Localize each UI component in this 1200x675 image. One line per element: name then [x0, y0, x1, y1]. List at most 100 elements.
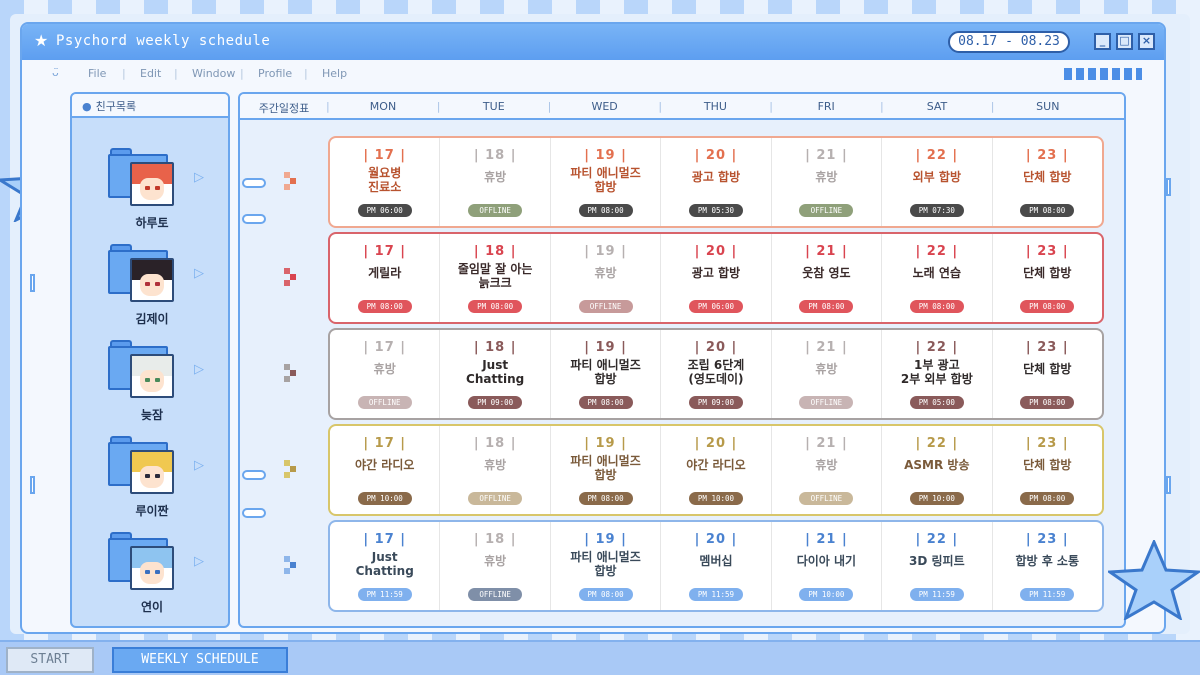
menu-file[interactable]: File	[88, 67, 106, 80]
schedule-cell[interactable]: | 20 | 조립 6단계 (영도데이) PM 09:00	[660, 330, 770, 418]
offline-badge: OFFLINE	[468, 588, 523, 601]
schedule-cell[interactable]: | 18 | Just Chatting PM 09:00	[439, 330, 549, 418]
minimize-button[interactable]: _	[1094, 33, 1111, 50]
friend-item[interactable]: ▷ 연이	[72, 532, 228, 622]
friend-item[interactable]: ▷ 하루토	[72, 148, 228, 238]
time-badge: PM 08:00	[578, 204, 633, 217]
time-badge: PM 11:59	[688, 588, 743, 601]
schedule-cell[interactable]: | 21 | 휴방 OFFLINE	[770, 330, 881, 418]
time-badge: PM 09:00	[688, 396, 743, 409]
schedule-cell[interactable]: | 22 | 1부 광고 2부 외부 합방 PM 05:00	[881, 330, 991, 418]
binder-ring	[242, 178, 266, 188]
schedule-cell[interactable]: | 18 | 휴방 OFFLINE	[439, 138, 549, 226]
cell-activity: 다이아 내기	[796, 554, 857, 568]
cell-activity: 줄임말 잘 아는 늙크크	[457, 262, 533, 290]
cell-date: | 23 |	[1025, 244, 1069, 259]
cell-activity: 휴방	[484, 554, 507, 568]
day-header: WED	[591, 100, 618, 113]
schedule-cell[interactable]: | 21 | 휴방 OFFLINE	[770, 426, 881, 514]
menu-window[interactable]: Window	[192, 67, 235, 80]
cell-activity: Just Chatting	[466, 358, 525, 386]
cell-date: | 18 |	[473, 244, 517, 259]
schedule-cell[interactable]: | 18 | 줄임말 잘 아는 늙크크 PM 08:00	[439, 234, 549, 322]
schedule-cell[interactable]: | 17 | 게릴라 PM 08:00	[330, 234, 439, 322]
schedule-cell[interactable]: | 19 | 파티 애니멀즈 합방 PM 08:00	[549, 522, 660, 610]
schedule-cell[interactable]: | 21 | 웃참 영도 PM 08:00	[770, 234, 881, 322]
schedule-cell[interactable]: | 17 | Just Chatting PM 11:59	[330, 522, 439, 610]
time-badge: PM 08:00	[357, 300, 412, 313]
cell-activity: 휴방	[373, 362, 396, 376]
main-window: ★ Psychord weekly schedule 08.17 - 08.23…	[20, 22, 1166, 634]
row-marker-icon	[284, 460, 296, 478]
schedule-cell[interactable]: | 22 | 외부 합방 PM 07:30	[881, 138, 991, 226]
schedule-cell[interactable]: | 17 | 휴방 OFFLINE	[330, 330, 439, 418]
offline-badge: OFFLINE	[468, 204, 523, 217]
avatar[interactable]	[130, 258, 174, 302]
schedule-cell[interactable]: | 23 | 단체 합방 PM 08:00	[991, 330, 1102, 418]
time-badge: PM 06:00	[357, 204, 412, 217]
schedule-cell[interactable]: | 23 | 합방 후 소통 PM 11:59	[991, 522, 1102, 610]
title-bar[interactable]: ★ Psychord weekly schedule 08.17 - 08.23…	[22, 24, 1164, 60]
sidebar-header: ● 친구목록	[72, 94, 228, 118]
expand-arrow-icon[interactable]: ▷	[194, 266, 204, 281]
cell-activity: 3D 링피트	[909, 554, 965, 568]
menu-decoration	[1064, 68, 1142, 80]
schedule-cell[interactable]: | 19 | 휴방 OFFLINE	[549, 234, 660, 322]
time-badge: PM 08:00	[1020, 492, 1075, 505]
cell-date: | 23 |	[1025, 340, 1069, 355]
schedule-cell[interactable]: | 23 | 단체 합방 PM 08:00	[991, 138, 1102, 226]
schedule-cell[interactable]: | 17 | 월요병 진료소 PM 06:00	[330, 138, 439, 226]
menu-profile[interactable]: Profile	[258, 67, 292, 80]
friend-name: 루이짠	[135, 504, 169, 518]
friend-item[interactable]: ▷ 늦잠	[72, 340, 228, 430]
menu-help[interactable]: Help	[322, 67, 347, 80]
cell-date: | 20 |	[694, 148, 738, 163]
cell-activity: 단체 합방	[1023, 170, 1072, 184]
cell-activity: 1부 광고 2부 외부 합방	[900, 358, 973, 386]
schedule-cell[interactable]: | 17 | 야간 라디오 PM 10:00	[330, 426, 439, 514]
schedule-cell[interactable]: | 20 | 광고 합방 PM 05:30	[660, 138, 770, 226]
frame-tick	[30, 274, 35, 292]
avatar[interactable]	[130, 162, 174, 206]
schedule-cell[interactable]: | 23 | 단체 합방 PM 08:00	[991, 426, 1102, 514]
schedule-cell[interactable]: | 20 | 광고 합방 PM 06:00	[660, 234, 770, 322]
schedule-cell[interactable]: | 20 | 멤버십 PM 11:59	[660, 522, 770, 610]
close-button[interactable]: ×	[1138, 33, 1155, 50]
avatar[interactable]	[130, 354, 174, 398]
schedule-cell[interactable]: | 19 | 파티 애니멀즈 합방 PM 08:00	[549, 138, 660, 226]
schedule-cell[interactable]: | 22 | 3D 링피트 PM 11:59	[881, 522, 991, 610]
days-header: 주간일정표 MON | TUE | WED | THU | FRI | SAT | SUN |	[240, 94, 1124, 120]
cell-date: | 17 |	[363, 532, 407, 547]
window-title: Psychord weekly schedule	[56, 33, 271, 49]
maximize-button[interactable]: □	[1116, 33, 1133, 50]
expand-arrow-icon[interactable]: ▷	[194, 458, 204, 473]
schedule-cell[interactable]: | 20 | 야간 라디오 PM 10:00	[660, 426, 770, 514]
cell-date: | 21 |	[805, 148, 848, 163]
schedule-cell[interactable]: | 22 | 노래 연습 PM 08:00	[881, 234, 991, 322]
cell-date: | 18 |	[473, 436, 517, 451]
expand-arrow-icon[interactable]: ▷	[194, 554, 204, 569]
day-separator: |	[436, 100, 441, 113]
cell-activity: 조립 6단계 (영도데이)	[687, 358, 745, 386]
avatar[interactable]	[130, 450, 174, 494]
schedule-cell[interactable]: | 19 | 파티 애니멀즈 합방 PM 08:00	[549, 426, 660, 514]
schedule-cell[interactable]: | 22 | ASMR 방송 PM 10:00	[881, 426, 991, 514]
schedule-cell[interactable]: | 19 | 파티 애니멀즈 합방 PM 08:00	[549, 330, 660, 418]
expand-arrow-icon[interactable]: ▷	[194, 362, 204, 377]
schedule-cell[interactable]: | 18 | 휴방 OFFLINE	[439, 522, 549, 610]
friend-item[interactable]: ▷ 김제이	[72, 244, 228, 334]
avatar[interactable]	[130, 546, 174, 590]
day-separator: |	[769, 100, 773, 113]
expand-arrow-icon[interactable]: ▷	[194, 170, 204, 185]
schedule-cell[interactable]: | 21 | 휴방 OFFLINE	[770, 138, 881, 226]
friend-item[interactable]: ▷ 루이짠	[72, 436, 228, 526]
schedule-cell[interactable]: | 21 | 다이아 내기 PM 10:00	[770, 522, 881, 610]
cell-activity: 광고 합방	[691, 170, 741, 184]
cell-activity: 파티 애니멀즈 합방	[570, 166, 641, 194]
menu-edit[interactable]: Edit	[140, 67, 161, 80]
schedule-cell[interactable]: | 18 | 휴방 OFFLINE	[439, 426, 549, 514]
weekly-schedule-task-button[interactable]: WEEKLY SCHEDULE	[112, 647, 288, 673]
time-badge: PM 05:30	[688, 204, 743, 217]
start-button[interactable]: START	[6, 647, 94, 673]
schedule-cell[interactable]: | 23 | 단체 합방 PM 08:00	[991, 234, 1102, 322]
